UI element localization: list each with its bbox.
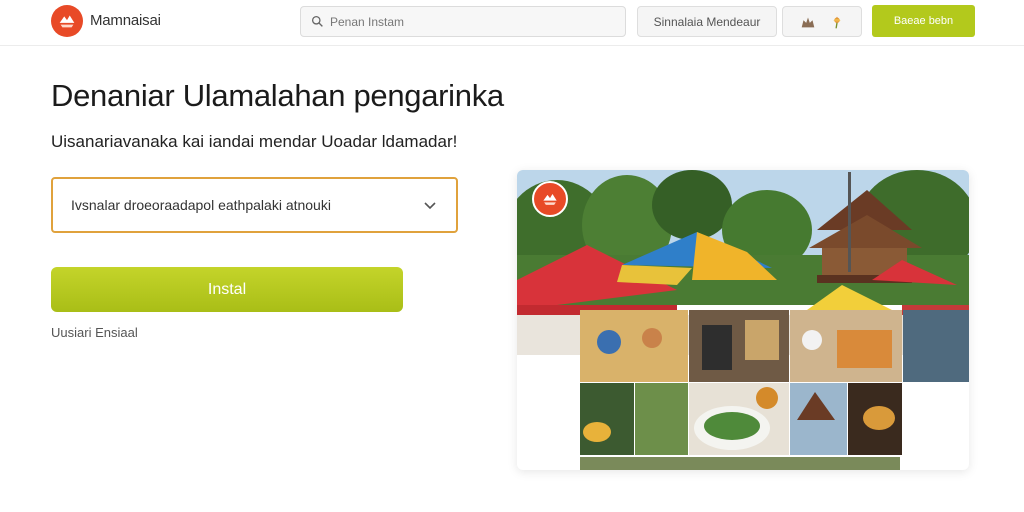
- search-bar[interactable]: [300, 6, 626, 37]
- install-button[interactable]: Instal: [51, 267, 403, 312]
- brand-logo-icon[interactable]: [51, 5, 83, 37]
- header-cta-button[interactable]: Baeae bebn: [872, 5, 975, 37]
- header-icon-group: [782, 6, 862, 37]
- hero-image-card: [517, 170, 969, 470]
- page-subtitle: Uisanariavanaka kai iandai mendar Uoadar…: [51, 132, 458, 151]
- card-badge-icon: [532, 181, 568, 217]
- brand-name[interactable]: Mamnaisai: [90, 12, 161, 29]
- search-icon: [311, 15, 323, 27]
- page-title: Denaniar Ulamalahan pengarinka: [51, 78, 504, 113]
- option-select[interactable]: Ivsnalar droeoraadapol eathpalaki atnouk…: [51, 177, 458, 233]
- top-header: Mamnaisai Sinnalaia Mendeaur Baeae bebn: [0, 0, 1024, 46]
- search-input[interactable]: [330, 14, 610, 29]
- flower-icon[interactable]: [828, 13, 846, 31]
- hands-icon: [59, 15, 75, 28]
- nav-link[interactable]: Sinnalaia Mendeaur: [637, 6, 777, 37]
- select-value: Ivsnalar droeoraadapol eathpalaki atnouk…: [71, 197, 331, 213]
- hands-icon: [543, 194, 557, 205]
- footnote-link[interactable]: Uusiari Ensiaal: [51, 325, 138, 340]
- chevron-down-icon: [424, 202, 436, 210]
- festival-market-image: [517, 170, 969, 470]
- cake-icon[interactable]: [799, 13, 817, 31]
